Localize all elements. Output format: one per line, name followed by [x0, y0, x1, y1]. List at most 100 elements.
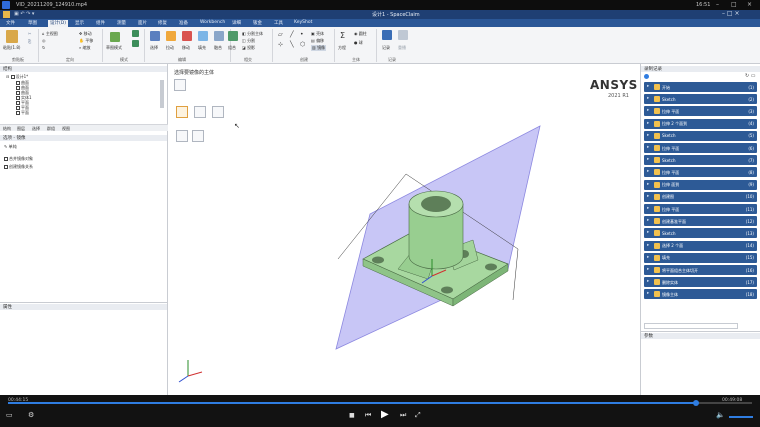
create-relation-checkbox[interactable]: 创建镜像关系	[4, 164, 33, 170]
app-window-controls[interactable]: – □ ×	[722, 10, 740, 17]
next-icon[interactable]: ⏭	[400, 411, 406, 420]
chevron-down-icon[interactable]: ▸	[647, 218, 649, 223]
checkbox-icon[interactable]	[10, 75, 15, 79]
section-mode-icon[interactable]	[132, 30, 139, 37]
history-row[interactable]: ▸ 填充 (15)	[644, 252, 757, 263]
equation-icon[interactable]: Σ	[340, 31, 345, 40]
3d-mode-icon[interactable]	[132, 40, 139, 47]
chevron-down-icon[interactable]: ▸	[647, 133, 649, 138]
chevron-down-icon[interactable]: ▸	[647, 243, 649, 248]
volume-icon[interactable]: 🔈	[716, 411, 725, 419]
axis-icon[interactable]: ╱	[290, 31, 294, 38]
history-row[interactable]: ▸ Sketch (2)	[644, 94, 757, 105]
record-icon[interactable]	[382, 30, 392, 40]
rotate-icon[interactable]: ↻	[42, 45, 45, 50]
tab-structure[interactable]: 结构	[3, 126, 11, 132]
copy-icon[interactable]: ⎘	[28, 39, 31, 44]
chevron-down-icon[interactable]: ▸	[647, 206, 649, 211]
cylinder-button[interactable]: ◉ 圆柱	[354, 31, 367, 37]
tab-sheetmetal[interactable]: 钣金	[253, 20, 262, 26]
move-view-button[interactable]: ✥ 移动	[79, 31, 92, 37]
chevron-down-icon[interactable]: ▸	[647, 267, 649, 272]
progress-handle[interactable]	[693, 400, 699, 406]
chevron-down-icon[interactable]: ▸	[647, 194, 649, 199]
look-at-icon[interactable]: ◎	[42, 38, 46, 43]
history-row[interactable]: ▸ 镜像主体 (18)	[644, 289, 757, 300]
volume-slider[interactable]	[729, 416, 753, 418]
history-row[interactable]: ▸ 开始 (1)	[644, 82, 757, 92]
pull-tool-icon[interactable]	[166, 31, 176, 41]
tab-prepare[interactable]: 准备	[179, 20, 188, 26]
zoom-button[interactable]: ⌕ 缩放	[79, 45, 91, 51]
history-row[interactable]: ▸ 将平面组合主体切开 (16)	[644, 265, 757, 275]
project-button[interactable]: ◪ 投影	[242, 45, 255, 51]
chevron-down-icon[interactable]: ▸	[647, 291, 649, 296]
maximize-icon[interactable]: □	[731, 1, 737, 8]
history-search-input[interactable]	[644, 323, 738, 329]
split-body-button[interactable]: ◧ 分割主体	[242, 31, 263, 37]
history-row[interactable]: ▸ 删除实体 (17)	[644, 277, 757, 288]
sphere-button[interactable]: ● 球	[354, 40, 363, 46]
history-row[interactable]: ▸ 创建基准平面 (12)	[644, 216, 757, 227]
replay-icon[interactable]	[398, 30, 408, 40]
plane-icon[interactable]: ▱	[278, 31, 283, 38]
history-row[interactable]: ▸ 拉伸 2 个面到 (4)	[644, 118, 757, 129]
origin-icon[interactable]: ⊹	[278, 41, 283, 48]
play-icon[interactable]: ▶	[381, 409, 389, 420]
select-tool-icon[interactable]	[150, 31, 160, 41]
tree-item[interactable]: 平面	[16, 110, 29, 116]
tab-layers[interactable]: 图层	[17, 126, 25, 132]
chevron-down-icon[interactable]: ▸	[647, 157, 649, 162]
chevron-down-icon[interactable]: ▸	[647, 230, 649, 235]
history-toolbar-icons[interactable]: ↻ ▭	[745, 73, 756, 79]
tab-selection[interactable]: 选择	[32, 126, 40, 132]
line-icon[interactable]: ╲	[290, 41, 294, 48]
combine-tool-icon[interactable]	[228, 31, 238, 41]
cut-icon[interactable]: ✂	[28, 31, 31, 36]
pan-button[interactable]: ✋ 平移	[79, 38, 93, 44]
tab-facets[interactable]: 面片	[138, 20, 147, 26]
chevron-down-icon[interactable]: ▸	[647, 279, 649, 284]
minimize-icon[interactable]: –	[716, 1, 719, 8]
chevron-down-icon[interactable]: ▸	[647, 108, 649, 113]
help-icon[interactable]	[644, 74, 649, 79]
history-row[interactable]: ▸ 选择 2 个面 (14)	[644, 240, 757, 251]
folder-icon[interactable]: ▭	[6, 411, 13, 419]
tab-groups[interactable]: 群组	[47, 126, 55, 132]
history-row[interactable]: ▸ 拉伸 平面 (3)	[644, 106, 757, 117]
history-row[interactable]: ▸ Sketch (7)	[644, 155, 757, 166]
tab-assembly[interactable]: 组件	[96, 20, 105, 26]
checkbox-icon[interactable]	[16, 111, 20, 115]
chevron-down-icon[interactable]: ▸	[647, 255, 649, 260]
tab-repair[interactable]: 修复	[158, 20, 167, 26]
tab-detail[interactable]: 详细	[232, 20, 241, 26]
tab-views[interactable]: 视图	[62, 126, 70, 132]
home-view-button[interactable]: ⌂ 主视图	[42, 31, 58, 37]
quick-access-toolbar[interactable]: ▣ ↶ ↷ ▾	[14, 11, 34, 17]
history-row[interactable]: ▸ 拉伸 面到 (9)	[644, 179, 757, 190]
chevron-down-icon[interactable]: ▸	[647, 96, 649, 101]
close-icon[interactable]: ×	[747, 1, 752, 8]
sketch-mode-icon[interactable]	[110, 32, 120, 42]
history-row[interactable]: ▸ Sketch (13)	[644, 228, 757, 239]
checkbox-icon[interactable]	[4, 157, 8, 161]
fill-tool-icon[interactable]	[198, 31, 208, 41]
merge-mirror-checkbox[interactable]: 合并镜像对象	[4, 156, 33, 162]
chevron-down-icon[interactable]: ▸	[647, 169, 649, 174]
history-row[interactable]: ▸ 创建图 (10)	[644, 191, 757, 202]
chevron-down-icon[interactable]: ▸	[647, 145, 649, 150]
shell-button[interactable]: ▣ 壳体	[311, 31, 324, 37]
checkbox-icon[interactable]	[4, 165, 8, 169]
chevron-down-icon[interactable]: ▸	[647, 84, 649, 89]
tab-design[interactable]: 设计(D)	[48, 20, 68, 27]
move-tool-icon[interactable]	[182, 31, 192, 41]
history-row[interactable]: ▸ 拉伸 平面 (6)	[644, 143, 757, 153]
structure-scrollbar[interactable]	[160, 80, 164, 108]
tab-keyshot[interactable]: KeyShot	[294, 20, 312, 25]
3d-viewport[interactable]: 选择要镜像的主体 ↖ ANSYS 2021 R1	[168, 64, 640, 395]
tab-workbench[interactable]: Workbench	[200, 20, 225, 25]
tab-sketch[interactable]: 草图	[28, 20, 37, 26]
blend-tool-icon[interactable]	[214, 31, 224, 41]
mirror-button[interactable]: ▥ 镜像	[311, 45, 327, 51]
previous-icon[interactable]: ⏮	[365, 411, 371, 420]
